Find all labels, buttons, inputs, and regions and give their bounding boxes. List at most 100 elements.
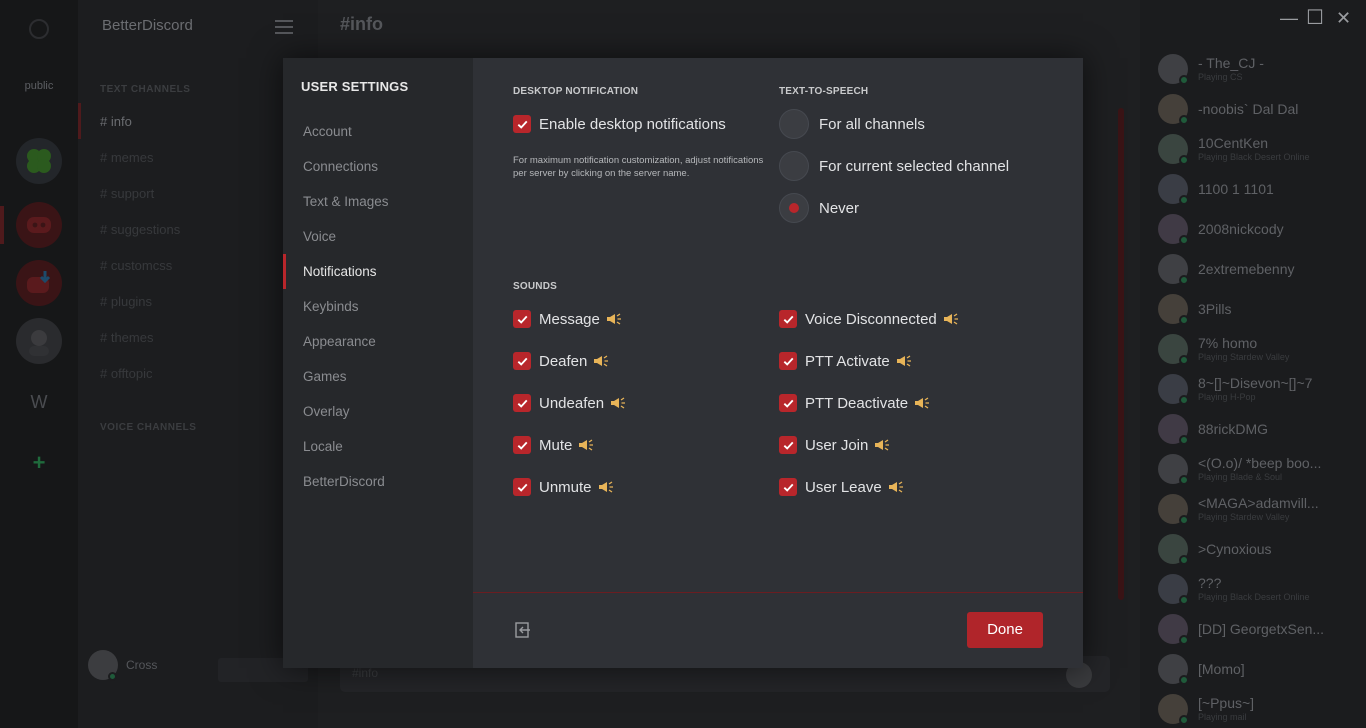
checkbox-checked-icon: [779, 310, 797, 328]
add-server-icon[interactable]: +: [0, 450, 78, 476]
member-item[interactable]: 8~[]~Disevon~[]~7 Playing H-Pop: [1158, 372, 1363, 408]
download-server-icon[interactable]: [16, 260, 62, 306]
online-status-icon: [1179, 355, 1189, 365]
member-item[interactable]: 10CentKen Playing Black Desert Online: [1158, 132, 1363, 168]
member-name: -noobis` Dal Dal: [1198, 101, 1299, 117]
sound-ptt-deactivate-checkbox[interactable]: PTT Deactivate: [779, 391, 930, 415]
member-item[interactable]: 3Pills: [1158, 292, 1363, 328]
clover-server-icon[interactable]: [16, 138, 62, 184]
sound-deafen-checkbox[interactable]: Deafen: [513, 349, 609, 373]
channel-item[interactable]: # plugins: [100, 294, 152, 309]
speaker-icon[interactable]: [592, 480, 614, 494]
member-item[interactable]: - The_CJ - Playing CS: [1158, 52, 1363, 88]
tts-current-channel-radio[interactable]: For current selected channel: [779, 151, 1009, 181]
sound-ptt-activate-checkbox[interactable]: PTT Activate: [779, 349, 912, 373]
member-item[interactable]: -noobis` Dal Dal: [1158, 92, 1363, 128]
sound-message-checkbox[interactable]: Message: [513, 307, 622, 331]
settings-nav-account[interactable]: Account: [283, 114, 473, 149]
member-item[interactable]: <(O.o)/ *beep boo... Playing Blade & Soul: [1158, 452, 1363, 488]
settings-nav-voice[interactable]: Voice: [283, 219, 473, 254]
settings-nav-notifications[interactable]: Notifications: [283, 254, 473, 289]
speaker-icon[interactable]: [600, 312, 622, 326]
server-public-label[interactable]: public: [0, 80, 78, 92]
radio-selected-icon: [779, 193, 809, 223]
checkbox-checked-icon: [513, 436, 531, 454]
enable-desktop-notifications-checkbox[interactable]: Enable desktop notifications: [513, 112, 726, 136]
speaker-icon[interactable]: [604, 396, 626, 410]
channel-item[interactable]: # memes: [100, 150, 153, 165]
online-status-icon: [1179, 435, 1189, 445]
server-w-label[interactable]: W: [0, 392, 78, 413]
checkbox-label: Voice Disconnected: [805, 310, 937, 328]
member-item[interactable]: 1100 1 1101: [1158, 172, 1363, 208]
channel-item[interactable]: # support: [100, 186, 154, 201]
member-item[interactable]: [DD] GeorgetxSen...: [1158, 612, 1363, 648]
checkbox-label: Mute: [539, 436, 573, 454]
sound-undeafen-checkbox[interactable]: Undeafen: [513, 391, 626, 415]
radio-label: For all channels: [819, 115, 925, 133]
checkbox-checked-icon: [779, 478, 797, 496]
checkbox-checked-icon: [513, 310, 531, 328]
sound-unmute-checkbox[interactable]: Unmute: [513, 475, 614, 499]
maximize-icon[interactable]: ☐: [1306, 5, 1324, 30]
channel-item[interactable]: # customcss: [100, 258, 172, 273]
user-settings-modal: USER SETTINGS Account Connections Text &…: [283, 58, 1083, 668]
settings-nav-locale[interactable]: Locale: [283, 429, 473, 464]
speaker-icon[interactable]: [890, 354, 912, 368]
minimize-icon[interactable]: —: [1280, 8, 1298, 29]
avatar-server-icon[interactable]: [16, 318, 62, 364]
discord-server-icon[interactable]: [16, 202, 62, 248]
speaker-icon[interactable]: [868, 438, 890, 452]
tts-header: TEXT-TO-SPEECH: [779, 86, 869, 97]
checkbox-label: Enable desktop notifications: [539, 115, 726, 133]
member-game: Playing Black Desert Online: [1198, 152, 1310, 162]
settings-title: USER SETTINGS: [301, 79, 409, 94]
member-item[interactable]: <MAGA>adamvill... Playing Stardew Valley: [1158, 492, 1363, 528]
tts-never-radio[interactable]: Never: [779, 193, 859, 223]
settings-nav-appearance[interactable]: Appearance: [283, 324, 473, 359]
sound-user-leave-checkbox[interactable]: User Leave: [779, 475, 904, 499]
checkbox-label: PTT Activate: [805, 352, 890, 370]
member-item[interactable]: >Cynoxious: [1158, 532, 1363, 568]
sounds-header: SOUNDS: [513, 281, 557, 292]
channel-item[interactable]: # offtopic: [100, 366, 153, 381]
channel-item[interactable]: # themes: [100, 330, 153, 345]
server-selected-indicator: [0, 206, 4, 244]
home-server-icon[interactable]: [16, 6, 62, 52]
settings-nav-keybinds[interactable]: Keybinds: [283, 289, 473, 324]
menu-icon[interactable]: [275, 20, 293, 34]
sound-user-join-checkbox[interactable]: User Join: [779, 433, 890, 457]
settings-nav-betterdiscord[interactable]: BetterDiscord: [283, 464, 473, 499]
settings-nav-connections[interactable]: Connections: [283, 149, 473, 184]
member-item[interactable]: 2008nickcody: [1158, 212, 1363, 248]
member-item[interactable]: [~Ppus~] Playing mail: [1158, 692, 1363, 728]
settings-nav-games[interactable]: Games: [283, 359, 473, 394]
chat-scrollbar[interactable]: [1118, 108, 1124, 600]
sound-voice-disconnected-checkbox[interactable]: Voice Disconnected: [779, 307, 959, 331]
member-item[interactable]: 7% homo Playing Stardew Valley: [1158, 332, 1363, 368]
done-button[interactable]: Done: [967, 612, 1043, 648]
member-item[interactable]: 88rickDMG: [1158, 412, 1363, 448]
member-item[interactable]: 2extremebenny: [1158, 252, 1363, 288]
close-icon[interactable]: ✕: [1336, 8, 1351, 29]
settings-nav-overlay[interactable]: Overlay: [283, 394, 473, 429]
settings-nav-text-images[interactable]: Text & Images: [283, 184, 473, 219]
tts-all-channels-radio[interactable]: For all channels: [779, 109, 925, 139]
speaker-icon[interactable]: [572, 438, 594, 452]
guild-name: BetterDiscord: [102, 17, 193, 34]
member-item[interactable]: [Momo]: [1158, 652, 1363, 688]
text-channels-header: TEXT CHANNELS: [100, 84, 191, 95]
member-item[interactable]: ??? Playing Black Desert Online: [1158, 572, 1363, 608]
speaker-icon[interactable]: [937, 312, 959, 326]
member-game: Playing Stardew Valley: [1198, 512, 1290, 522]
channel-item[interactable]: # info: [100, 114, 132, 129]
channel-sidebar: BetterDiscord TEXT CHANNELS # info # mem…: [78, 0, 318, 728]
member-name: <(O.o)/ *beep boo...: [1198, 455, 1322, 471]
logout-icon[interactable]: [513, 620, 533, 640]
channel-item[interactable]: # suggestions: [100, 222, 180, 237]
speaker-icon[interactable]: [908, 396, 930, 410]
speaker-icon[interactable]: [882, 480, 904, 494]
sound-mute-checkbox[interactable]: Mute: [513, 433, 594, 457]
speaker-icon[interactable]: [587, 354, 609, 368]
radio-label: For current selected channel: [819, 157, 1010, 175]
